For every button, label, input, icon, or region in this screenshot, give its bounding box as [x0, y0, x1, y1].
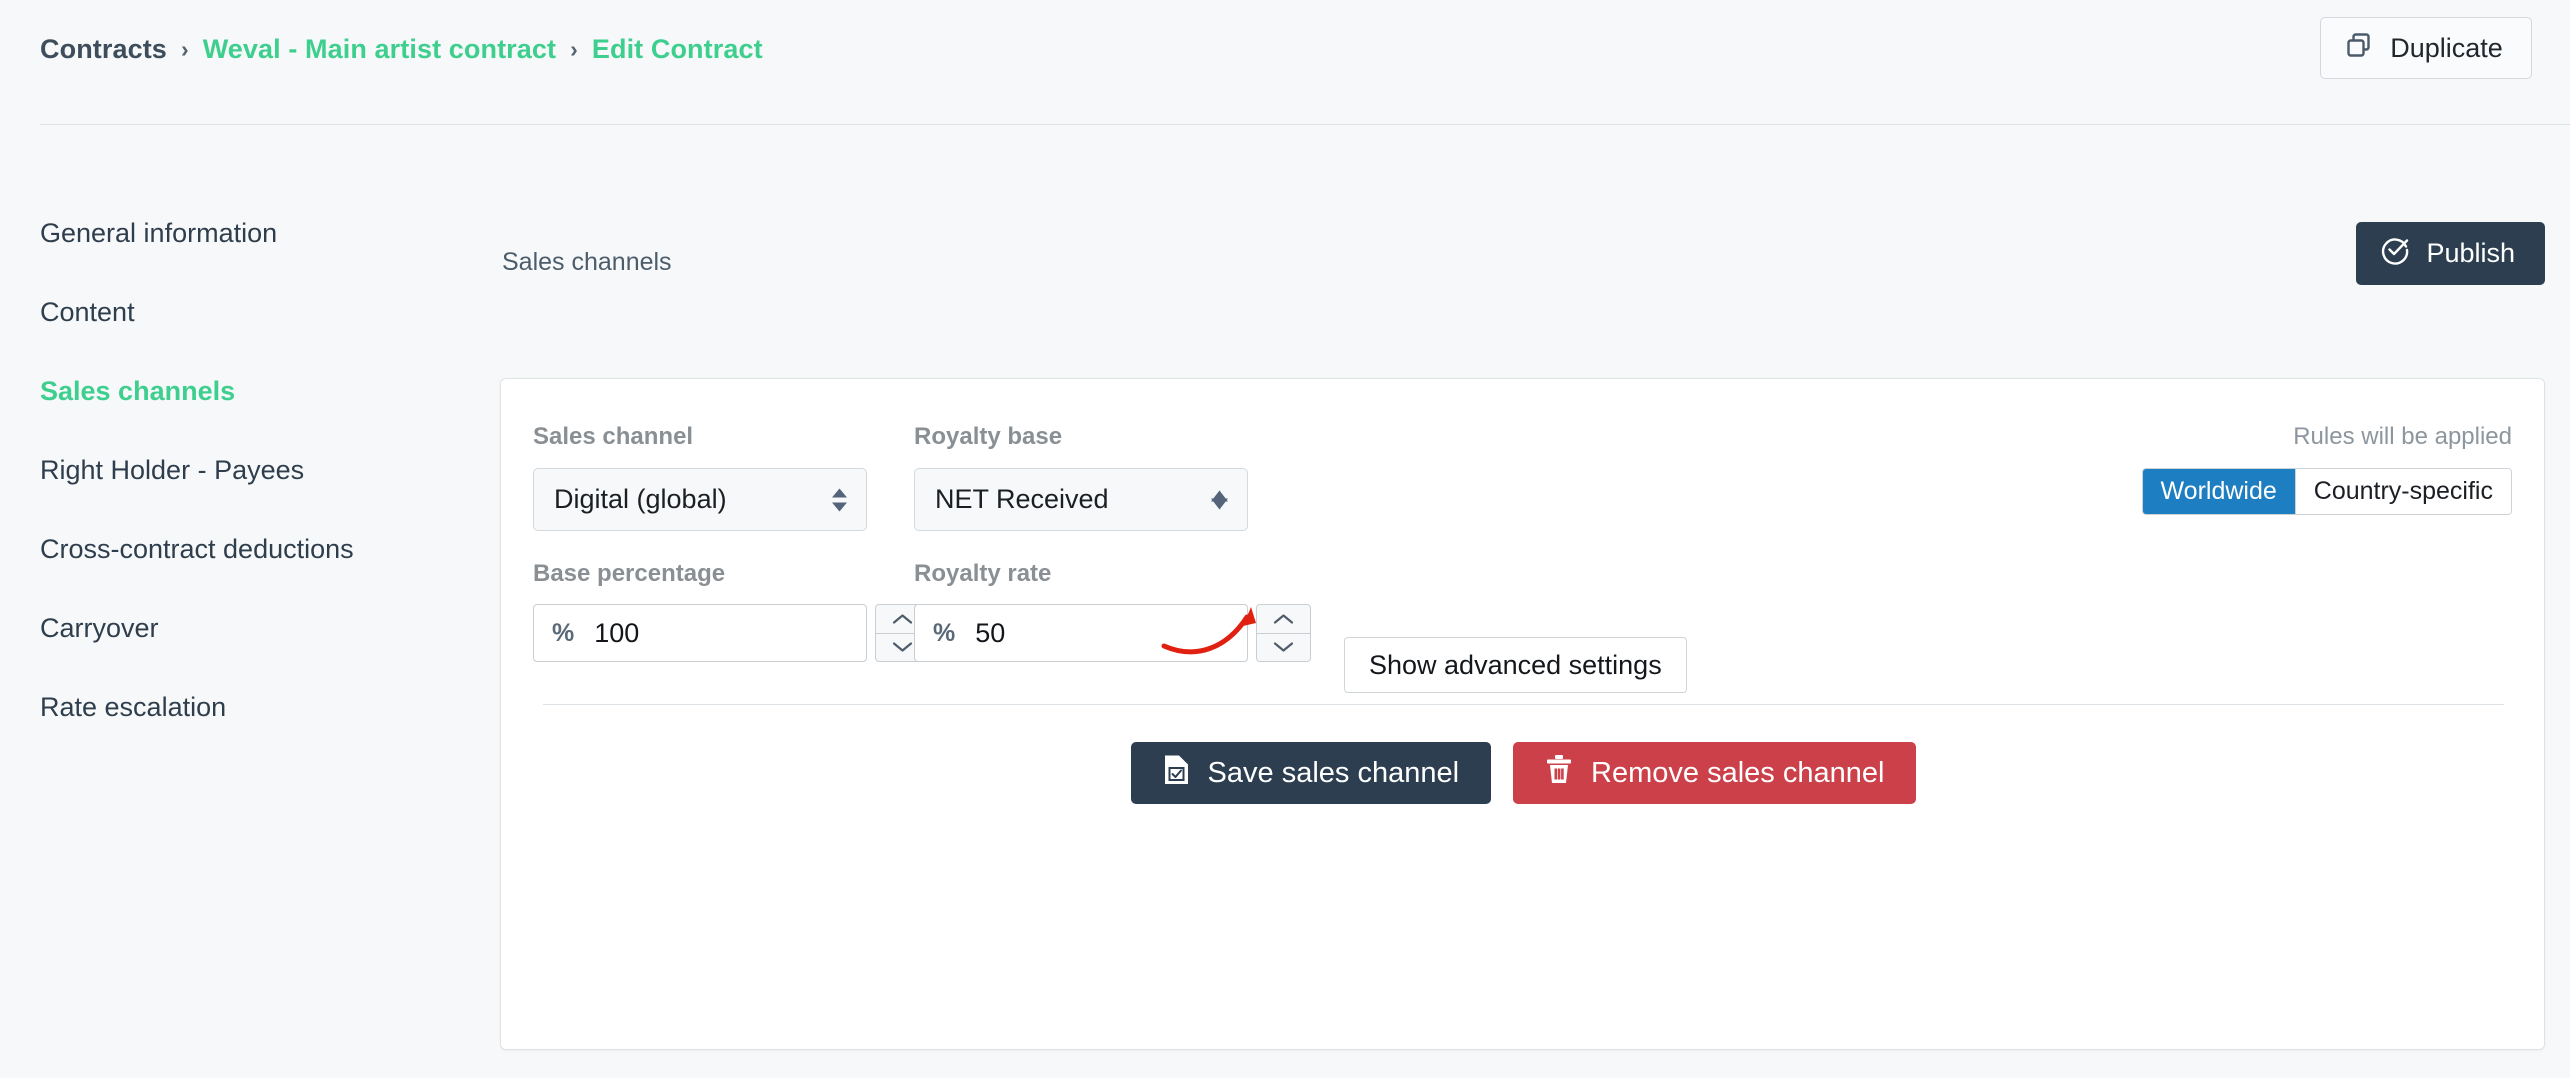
page-title: Sales channels: [502, 248, 672, 276]
sales-channel-card: Sales channel Digital (global) Royalty b…: [500, 378, 2545, 1050]
sidebar-item-rate-escalation[interactable]: Rate escalation: [40, 694, 460, 721]
sales-channel-field: Sales channel Digital (global): [533, 425, 867, 531]
chevron-updown-icon: [1210, 490, 1229, 509]
royalty-base-value: NET Received: [935, 484, 1109, 514]
sales-channel-select[interactable]: Digital (global): [533, 468, 867, 531]
publish-button[interactable]: Publish: [2356, 222, 2545, 285]
top-bar: Contracts › Weval - Main artist contract…: [0, 0, 2570, 125]
sidebar-nav: General information Content Sales channe…: [40, 220, 460, 773]
save-sales-channel-button[interactable]: Save sales channel: [1130, 742, 1492, 804]
breadcrumb: Contracts › Weval - Main artist contract…: [40, 34, 763, 65]
percent-icon: %: [552, 618, 575, 647]
base-percentage-label: Base percentage: [533, 560, 726, 587]
royalty-rate-stepper: [1256, 604, 1311, 662]
royalty-rate-label: Royalty rate: [914, 560, 1052, 587]
check-circle-icon: [2380, 235, 2410, 272]
sidebar-item-carryover[interactable]: Carryover: [40, 615, 460, 642]
header-divider: [40, 124, 2570, 125]
card-actions: Save sales channel Remove sales channel: [501, 742, 2546, 804]
sales-channel-label: Sales channel: [533, 423, 694, 450]
royalty-base-label: Royalty base: [914, 423, 1063, 450]
breadcrumb-separator-2: ›: [570, 36, 578, 62]
sidebar-item-general-information[interactable]: General information: [40, 220, 460, 247]
remove-sales-channel-button[interactable]: Remove sales channel: [1513, 742, 1917, 804]
sidebar-item-sales-channels[interactable]: Sales channels: [40, 378, 460, 405]
rules-toggle-group: Rules will be applied Worldwide Country-…: [2141, 423, 2512, 515]
sidebar-item-right-holder-payees[interactable]: Right Holder - Payees: [40, 457, 460, 484]
rules-caption: Rules will be applied: [2293, 423, 2512, 450]
rules-option-country-specific[interactable]: Country-specific: [2294, 469, 2511, 514]
save-sales-channel-label: Save sales channel: [1207, 756, 1460, 789]
rules-option-worldwide[interactable]: Worldwide: [2142, 469, 2295, 514]
breadcrumb-item-contract-name[interactable]: Weval - Main artist contract: [203, 34, 556, 65]
royalty-rate-decrement[interactable]: [1257, 634, 1310, 662]
breadcrumb-separator-1: ›: [180, 36, 189, 62]
percent-icon: %: [933, 618, 956, 647]
duplicate-button[interactable]: Duplicate: [2320, 17, 2532, 79]
rules-segmented-control: Worldwide Country-specific: [2141, 468, 2512, 515]
trash-icon: [1545, 754, 1573, 793]
sales-channel-value: Digital (global): [554, 484, 727, 514]
breadcrumb-item-edit-contract[interactable]: Edit Contract: [592, 34, 763, 65]
main-content: Sales channels Publish Sales channel Dig…: [500, 210, 2545, 1050]
remove-sales-channel-label: Remove sales channel: [1591, 756, 1885, 789]
base-percentage-value: 100: [594, 617, 640, 648]
royalty-base-field: Royalty base NET Received: [914, 425, 1248, 531]
royalty-rate-field: Royalty rate % 50: [914, 562, 1311, 662]
royalty-rate-input[interactable]: % 50: [914, 604, 1248, 662]
royalty-rate-increment[interactable]: [1257, 605, 1310, 634]
duplicate-button-label: Duplicate: [2390, 32, 2503, 63]
publish-button-label: Publish: [2426, 238, 2515, 268]
show-advanced-settings-button[interactable]: Show advanced settings: [1344, 637, 1687, 693]
card-divider: [543, 704, 2504, 705]
royalty-rate-value: 50: [975, 617, 1006, 648]
base-percentage-field: Base percentage % 100: [533, 562, 930, 662]
document-check-icon: [1163, 754, 1190, 793]
breadcrumb-item-contracts[interactable]: Contracts: [40, 34, 167, 65]
sidebar-item-cross-contract-deductions[interactable]: Cross-contract deductions: [40, 536, 460, 563]
section-header: Sales channels Publish: [500, 210, 2545, 320]
show-advanced-settings-label: Show advanced settings: [1369, 649, 1662, 680]
royalty-base-select[interactable]: NET Received: [914, 468, 1248, 531]
base-percentage-input[interactable]: % 100: [533, 604, 867, 662]
copy-icon: [2345, 31, 2373, 66]
chevron-updown-icon: [831, 488, 848, 511]
sidebar-item-content[interactable]: Content: [40, 299, 460, 326]
